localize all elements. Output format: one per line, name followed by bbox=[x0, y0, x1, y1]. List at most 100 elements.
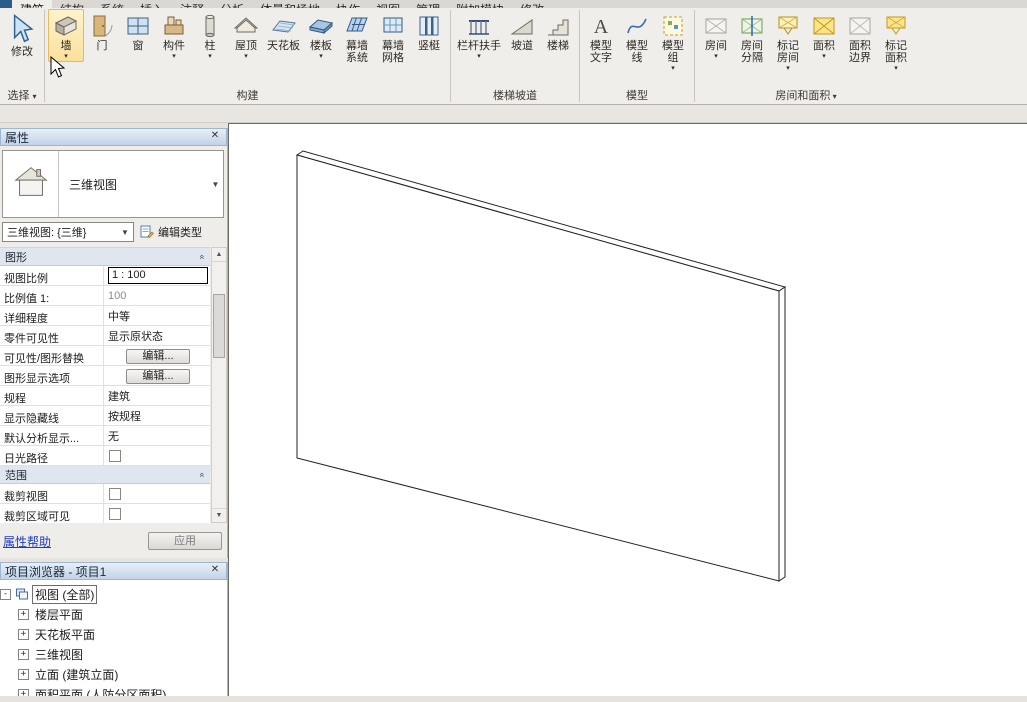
ribbon-tab-6[interactable]: 分析 bbox=[212, 0, 252, 8]
ribbon-button-model-line[interactable]: 模型 线 bbox=[619, 9, 655, 65]
ribbon-tab-12[interactable]: 修改 bbox=[512, 0, 552, 8]
tree-expand-icon[interactable]: + bbox=[18, 669, 29, 680]
ribbon-button-component[interactable]: 构件▾ bbox=[156, 9, 192, 62]
checkbox[interactable] bbox=[109, 508, 121, 520]
ribbon-button-ramp[interactable]: 坡道 bbox=[504, 9, 540, 53]
ribbon-tab-1[interactable]: 建筑 bbox=[12, 0, 52, 8]
ribbon-button-stair[interactable]: 楼梯 bbox=[540, 9, 576, 53]
ribbon-button-railing[interactable]: 栏杆扶手▾ bbox=[454, 9, 504, 62]
close-icon[interactable]: ✕ bbox=[208, 130, 222, 144]
tree-item[interactable]: +楼层平面 bbox=[0, 604, 227, 624]
property-row: 视图比例1 : 100 bbox=[0, 266, 210, 286]
tree-item[interactable]: +立面 (建筑立面) bbox=[0, 664, 227, 684]
tree-collapse-icon[interactable]: - bbox=[0, 589, 11, 600]
application-menu-fragment[interactable] bbox=[0, 0, 12, 8]
project-browser-title: 项目浏览器 - 项目1 bbox=[5, 563, 106, 580]
room-icon bbox=[703, 13, 729, 39]
property-row: 零件可见性显示原状态 bbox=[0, 326, 210, 346]
select-group-label[interactable]: 选择 ▾ bbox=[3, 89, 41, 104]
scroll-up-icon[interactable]: ▲ bbox=[212, 248, 226, 262]
type-selector[interactable]: 三维视图 ▼ bbox=[2, 150, 224, 218]
dropdown-arrow-icon: ▾ bbox=[822, 53, 826, 61]
wall-element[interactable] bbox=[297, 151, 785, 581]
ribbon-tab-4[interactable]: 插入 bbox=[132, 0, 172, 8]
chevron-down-icon: ▾ bbox=[33, 92, 37, 101]
ribbon-tab-9[interactable]: 视图 bbox=[368, 0, 408, 8]
ribbon-button-floor[interactable]: 楼板▾ bbox=[303, 9, 339, 62]
ribbon-tab-11[interactable]: 附加模块 bbox=[448, 0, 512, 8]
ribbon-button-model-group[interactable]: 模型 组▾ bbox=[655, 9, 691, 74]
ribbon-tab-7[interactable]: 体量和场地 bbox=[252, 0, 328, 8]
ribbon: 修改 选择 ▾ 墙▾门窗构件▾柱▾屋顶▾天花板楼板▾幕墙 系统幕墙 网格竖梃构建… bbox=[0, 8, 1027, 105]
ribbon-button-tag-room[interactable]: 标记 房间▾ bbox=[770, 9, 806, 74]
apply-button[interactable]: 应用 bbox=[148, 532, 222, 550]
ribbon-button-area-boundary[interactable]: 面积 边界 bbox=[842, 9, 878, 65]
edit-button[interactable]: 编辑... bbox=[126, 349, 190, 364]
tree-item[interactable]: +三维视图 bbox=[0, 644, 227, 664]
property-row: 比例值 1:100 bbox=[0, 286, 210, 306]
ribbon-button-ceiling[interactable]: 天花板 bbox=[264, 9, 303, 53]
ribbon-tab-5[interactable]: 注释 bbox=[172, 0, 212, 8]
select-panel: 修改 选择 ▾ bbox=[0, 8, 44, 104]
ribbon-button-window[interactable]: 窗 bbox=[120, 9, 156, 53]
chevron-down-icon[interactable]: ▼ bbox=[208, 151, 223, 217]
properties-scrollbar[interactable]: ▲ ▼ bbox=[211, 247, 227, 523]
tree-expand-icon[interactable]: + bbox=[18, 649, 29, 660]
property-value[interactable]: 中等 bbox=[104, 306, 210, 325]
column-icon bbox=[197, 13, 223, 39]
ribbon-tab-10[interactable]: 管理 bbox=[408, 0, 448, 8]
property-value[interactable]: 按规程 bbox=[104, 406, 210, 425]
project-browser-panel: 项目浏览器 - 项目1 ✕ -视图 (全部)+楼层平面+天花板平面+三维视图+立… bbox=[0, 562, 228, 696]
view-scale-input[interactable]: 1 : 100 bbox=[108, 267, 208, 284]
collapse-chevron-icon: « bbox=[197, 254, 207, 259]
tree-expand-icon[interactable]: + bbox=[18, 629, 29, 640]
curtain-system-icon bbox=[344, 13, 370, 39]
property-value[interactable]: 无 bbox=[104, 426, 210, 445]
property-value[interactable]: 显示原状态 bbox=[104, 326, 210, 345]
tree-item-views-root[interactable]: -视图 (全部) bbox=[0, 584, 227, 604]
ribbon-button-curtain-grid[interactable]: 幕墙 网格 bbox=[375, 9, 411, 65]
modify-button[interactable]: 修改 bbox=[3, 9, 41, 59]
scroll-down-icon[interactable]: ▼ bbox=[212, 508, 226, 522]
checkbox[interactable] bbox=[109, 488, 121, 500]
ribbon-button-room[interactable]: 房间▾ bbox=[698, 9, 734, 62]
type-name: 三维视图 bbox=[59, 151, 208, 217]
dropdown-arrow-icon: ▾ bbox=[477, 53, 481, 61]
ribbon-tab-2[interactable]: 结构 bbox=[52, 0, 92, 8]
tree-expand-icon[interactable]: + bbox=[18, 609, 29, 620]
properties-help-link[interactable]: 属性帮助 bbox=[3, 533, 51, 550]
ribbon-button-door[interactable]: 门 bbox=[84, 9, 120, 53]
property-section-header[interactable]: 范围« bbox=[0, 466, 210, 484]
ribbon-button-tag-area[interactable]: 标记 面积▾ bbox=[878, 9, 914, 74]
ribbon-button-model-text[interactable]: A模型 文字 bbox=[583, 9, 619, 65]
ribbon-button-curtain-system[interactable]: 幕墙 系统 bbox=[339, 9, 375, 65]
property-section-header[interactable]: 图形« bbox=[0, 248, 210, 266]
ribbon-button-mullion[interactable]: 竖梃 bbox=[411, 9, 447, 53]
drawing-canvas[interactable] bbox=[228, 123, 1027, 696]
ribbon-tab-3[interactable]: 系统 bbox=[92, 0, 132, 8]
scrollbar-thumb[interactable] bbox=[213, 294, 225, 358]
ribbon-button-wall[interactable]: 墙▾ bbox=[48, 9, 84, 62]
door-icon bbox=[89, 13, 115, 39]
ribbon-button-area[interactable]: 面积▾ bbox=[806, 9, 842, 62]
edit-button[interactable]: 编辑... bbox=[126, 369, 190, 384]
edit-type-button[interactable]: 编辑类型 bbox=[138, 222, 224, 242]
tree-expand-icon[interactable]: + bbox=[18, 689, 29, 697]
ribbon-button-roof[interactable]: 屋顶▾ bbox=[228, 9, 264, 62]
close-icon[interactable]: ✕ bbox=[208, 564, 222, 578]
type-selector-dropdown[interactable]: 三维视图: {三维} ▼ bbox=[2, 222, 134, 242]
mullion-icon bbox=[416, 13, 442, 39]
checkbox[interactable] bbox=[109, 450, 121, 462]
ribbon-tab-8[interactable]: 协作 bbox=[328, 0, 368, 8]
ribbon-panel-label-1: 楼梯坡道 bbox=[454, 89, 576, 104]
tag-area-icon bbox=[883, 13, 909, 39]
dropdown-arrow-icon: ▾ bbox=[319, 53, 323, 61]
tree-item[interactable]: +面积平面 (人防分区面积) bbox=[0, 684, 227, 696]
floor-icon bbox=[308, 13, 334, 39]
ribbon-button-column[interactable]: 柱▾ bbox=[192, 9, 228, 62]
ribbon-button-room-separator[interactable]: 房间 分隔 bbox=[734, 9, 770, 65]
ribbon-panel-label-3[interactable]: 房间和面积 ▾ bbox=[698, 89, 914, 104]
ribbon-panel-0: 墙▾门窗构件▾柱▾屋顶▾天花板楼板▾幕墙 系统幕墙 网格竖梃构建 bbox=[45, 8, 450, 104]
tree-item[interactable]: +天花板平面 bbox=[0, 624, 227, 644]
property-value[interactable]: 建筑 bbox=[104, 386, 210, 405]
